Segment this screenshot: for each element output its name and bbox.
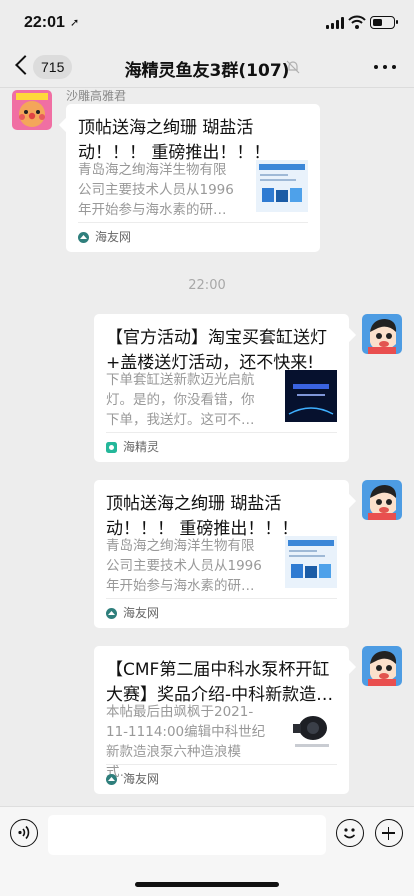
card-source-label: 海精灵: [123, 440, 160, 454]
voice-input-icon[interactable]: [10, 819, 38, 847]
emoji-icon[interactable]: [336, 819, 364, 847]
chat-title: 海精灵鱼友3群(107): [124, 61, 290, 81]
wifi-icon: [348, 15, 366, 29]
source-icon: [106, 608, 117, 619]
source-icon: [106, 774, 117, 785]
chat-header: 715 海精灵鱼友3群(107): [0, 46, 414, 88]
sender-name: 沙雕高雅君: [66, 89, 127, 103]
status-bar: 22:01 ➚: [0, 0, 414, 46]
status-time: 22:01: [24, 14, 65, 31]
time-divider: 22:00: [188, 278, 226, 293]
home-indicator: [135, 882, 279, 887]
link-card[interactable]: 顶帖送海之绚珊 瑚盐活动！！！ 重磅推出！！！ 青岛海之绚海洋生物有限公司主要技…: [94, 480, 349, 628]
sender-avatar[interactable]: [12, 90, 52, 130]
card-title: 顶帖送海之绚珊 瑚盐活动！！！ 重磅推出！！！: [78, 118, 271, 163]
card-description: 青岛海之绚海洋生物有限公司主要技术人员从1996年开始参与海水素的研…: [78, 162, 234, 218]
card-source: 海友网: [106, 598, 337, 628]
card-title: 顶帖送海之绚珊 瑚盐活动！！！ 重磅推出！！！: [106, 494, 299, 539]
link-card[interactable]: 顶帖送海之绚珊 瑚盐活动！！！ 重磅推出！！！ 青岛海之绚海洋生物有限公司主要技…: [66, 104, 320, 252]
battery-icon: [370, 16, 398, 29]
card-thumbnail: [285, 370, 337, 422]
location-icon: ➚: [70, 16, 80, 29]
card-source: 海友网: [78, 222, 308, 252]
my-avatar[interactable]: [362, 314, 402, 354]
message-input[interactable]: [48, 815, 326, 855]
card-thumbnail: [256, 160, 308, 212]
card-source-label: 海友网: [123, 772, 160, 786]
source-icon: [78, 232, 89, 243]
my-avatar[interactable]: [362, 480, 402, 520]
my-avatar[interactable]: [362, 646, 402, 686]
card-title: 【官方活动】淘宝买套缸送灯+盖楼送灯活动，还不快来!: [106, 328, 327, 373]
card-source: 海精灵: [106, 432, 337, 462]
more-options-icon[interactable]: [374, 65, 398, 71]
add-more-icon[interactable]: [375, 819, 403, 847]
card-title: 【CMF第二届中科水泵杯开缸大赛】奖品介绍-中科新款造…: [106, 660, 334, 705]
link-card[interactable]: 【CMF第二届中科水泵杯开缸大赛】奖品介绍-中科新款造… 本帖最后由飒枫于202…: [94, 646, 349, 794]
card-description: 下单套缸送新款迈光启航灯。是的，你没看错，你下单，我送灯。这可不…: [106, 372, 255, 428]
source-icon: [106, 442, 117, 453]
card-thumbnail: [285, 536, 337, 588]
link-card[interactable]: 【官方活动】淘宝买套缸送灯+盖楼送灯活动，还不快来! 下单套缸送新款迈光启航灯。…: [94, 314, 349, 462]
card-thumbnail: [285, 702, 337, 754]
card-source: 海友网: [106, 764, 337, 794]
signal-icon: [326, 17, 344, 29]
mute-bell-icon: [286, 60, 300, 74]
card-source-label: 海友网: [95, 230, 132, 244]
card-description: 青岛海之绚海洋生物有限公司主要技术人员从1996年开始参与海水素的研…: [106, 538, 262, 594]
card-source-label: 海友网: [123, 606, 160, 620]
